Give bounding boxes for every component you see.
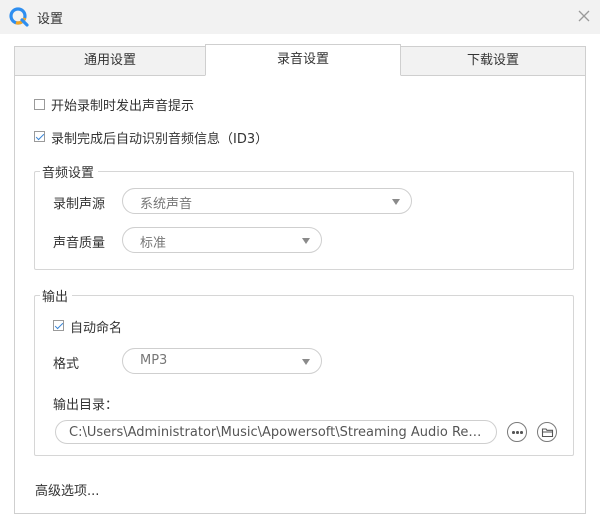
sound-quality-value: 标准: [140, 236, 167, 251]
settings-tabs: 通用设置 下载设置 录音设置: [14, 44, 586, 76]
record-source-select[interactable]: 系统声音: [122, 188, 412, 214]
window-title: 设置: [37, 12, 64, 27]
close-icon[interactable]: [576, 8, 592, 24]
audio-settings-title: 音频设置: [40, 162, 99, 181]
tab-download-settings[interactable]: 下载设置: [400, 46, 586, 76]
sound-prompt-checkbox[interactable]: [34, 99, 45, 110]
browse-button[interactable]: [507, 422, 527, 442]
chevron-down-icon: [302, 359, 310, 365]
output-directory-label: 输出目录：: [53, 398, 119, 413]
sound-quality-label: 声音质量: [53, 236, 106, 251]
more-dots-icon: [512, 431, 523, 434]
title-bar: 设置: [0, 0, 600, 34]
chevron-down-icon: [392, 199, 400, 205]
tab-recording-settings[interactable]: 录音设置: [205, 44, 401, 76]
auto-name-checkbox[interactable]: [53, 320, 64, 331]
recording-settings-panel: 开始录制时发出声音提示 录制完成后自动识别音频信息（ID3） 音频设置 录制声源…: [14, 76, 586, 514]
auto-identify-checkbox[interactable]: [34, 131, 45, 142]
output-directory-input[interactable]: [55, 420, 497, 444]
record-source-value: 系统声音: [140, 197, 193, 212]
auto-name-label: 自动命名: [70, 321, 123, 336]
format-label: 格式: [53, 357, 80, 372]
tab-general-settings[interactable]: 通用设置: [14, 46, 206, 76]
record-source-label: 录制声源: [53, 197, 106, 212]
open-folder-button[interactable]: [537, 422, 557, 442]
sound-prompt-label: 开始录制时发出声音提示: [51, 99, 195, 114]
chevron-down-icon: [302, 238, 310, 244]
sound-quality-select[interactable]: 标准: [122, 227, 322, 253]
output-title: 输出: [40, 286, 73, 305]
format-select[interactable]: MP3: [122, 348, 322, 374]
audio-settings-group: [34, 171, 574, 270]
apowersoft-q-logo-icon: [9, 7, 29, 27]
settings-dialog-body: 通用设置 下载设置 录音设置 开始录制时发出声音提示 录制完成后自动识别音频信息…: [0, 34, 600, 520]
folder-icon: [541, 428, 554, 438]
advanced-options-link[interactable]: 高级选项...: [35, 480, 99, 499]
auto-identify-label: 录制完成后自动识别音频信息（ID3）: [51, 132, 269, 147]
format-value: MP3: [140, 353, 168, 368]
